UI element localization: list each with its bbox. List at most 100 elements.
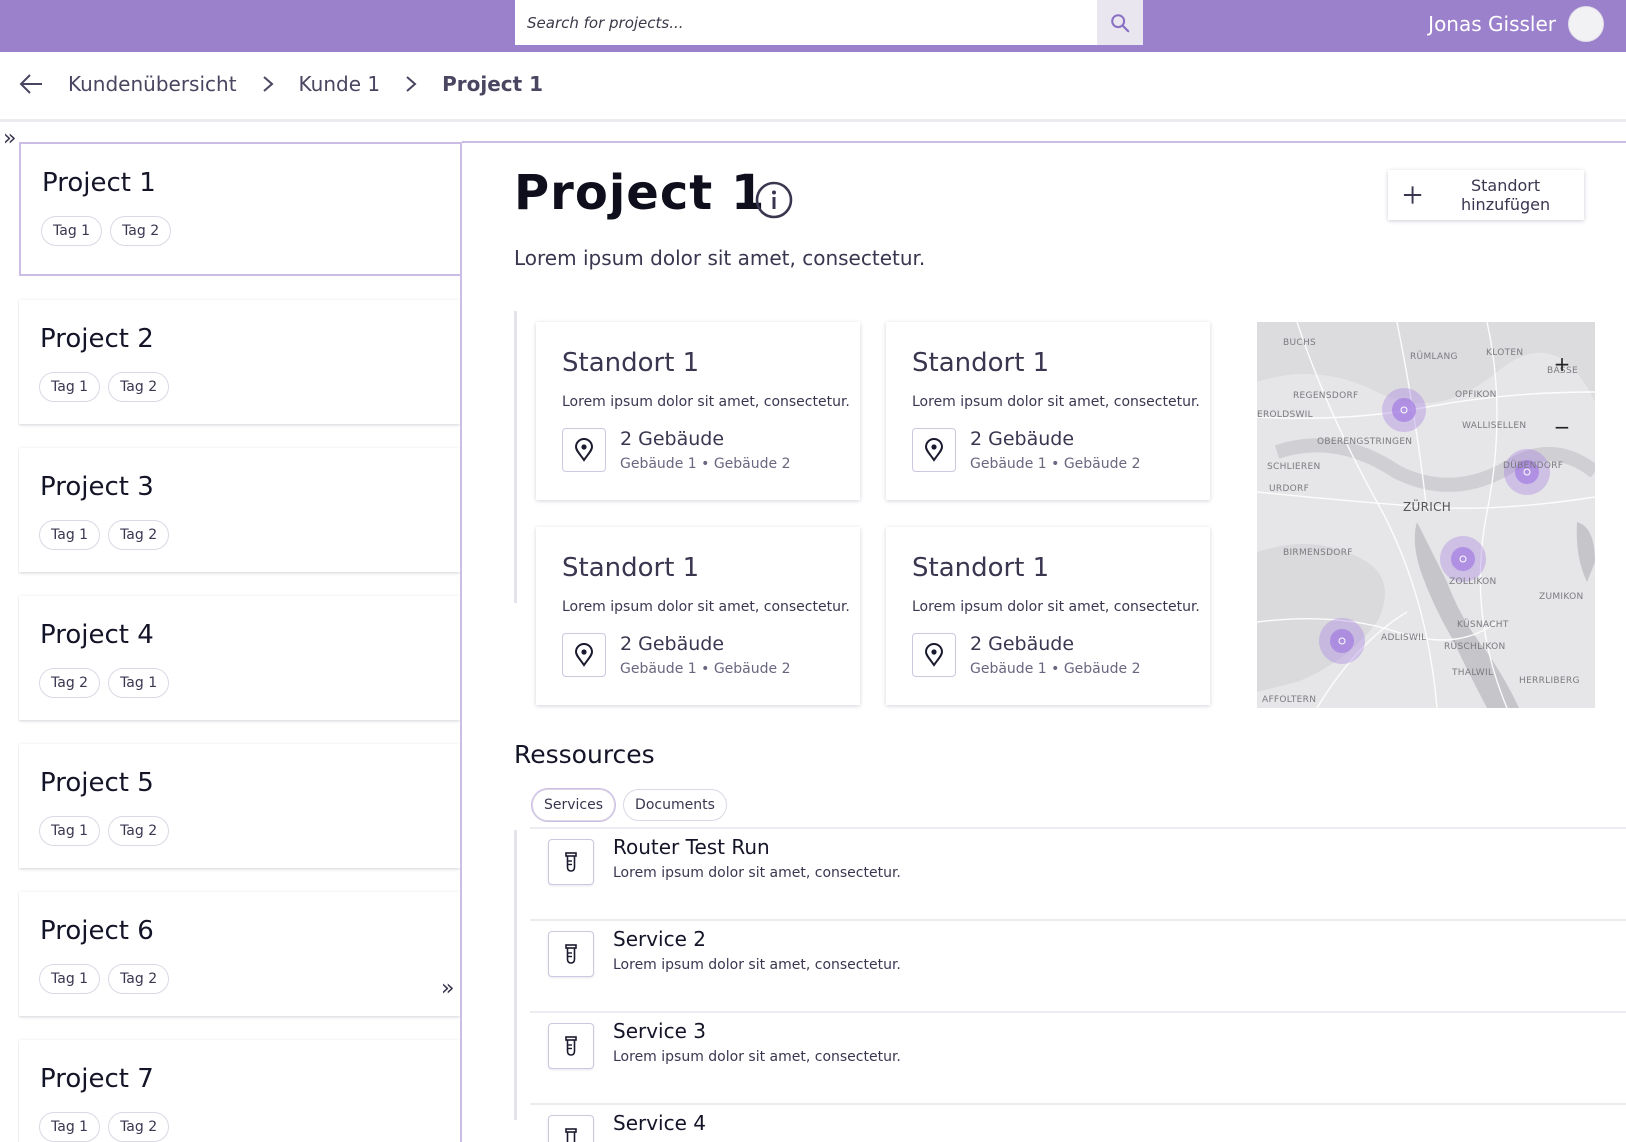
resource-item[interactable]: Service 4 <box>530 1103 1626 1142</box>
building-list: Gebäude 1 • Gebäude 2 <box>970 456 1141 472</box>
map-label: WALLISELLEN <box>1462 421 1527 431</box>
location-description: Lorem ipsum dolor sit amet, consectetur. <box>912 394 1200 410</box>
map-background <box>1257 322 1595 708</box>
location-title: Standort 1 <box>912 348 1050 378</box>
project-title: Project 5 <box>40 768 154 798</box>
add-location-button[interactable]: Standort hinzufügen <box>1388 170 1584 220</box>
map-zoom-out-button[interactable]: − <box>1551 415 1573 439</box>
building-count: 2 Gebäude <box>620 428 725 450</box>
tag: Tag 2 <box>108 372 170 402</box>
location-pin-box <box>912 633 956 677</box>
tag: Tag 1 <box>39 372 101 402</box>
expand-sidebar-icon[interactable]: » <box>3 126 16 151</box>
project-tags: Tag 2 Tag 1 <box>39 668 170 698</box>
page-description: Lorem ipsum dolor sit amet, consectetur. <box>514 246 926 270</box>
map-label: ZOLLIKON <box>1449 577 1497 587</box>
tag: Tag 1 <box>39 816 101 846</box>
search-input[interactable] <box>515 0 1097 45</box>
back-arrow-icon[interactable] <box>18 73 44 95</box>
tag: Tag 1 <box>39 964 101 994</box>
resources-heading: Ressources <box>514 740 655 769</box>
project-title: Project 6 <box>40 916 154 946</box>
map-label: RÜSCHLIKON <box>1444 642 1506 652</box>
project-title: Project 2 <box>40 324 154 354</box>
user-menu[interactable]: Jonas Gissler <box>1428 6 1604 42</box>
map-label: OPFIKON <box>1455 390 1497 400</box>
tag: Tag 2 <box>108 1112 170 1142</box>
location-card[interactable]: Standort 1 Lorem ipsum dolor sit amet, c… <box>886 527 1210 705</box>
tab-documents[interactable]: Documents <box>623 789 727 821</box>
project-tags: Tag 1 Tag 2 <box>39 1112 170 1142</box>
project-card-1[interactable]: Project 1 Tag 1 Tag 2 <box>19 142 460 276</box>
breadcrumb-customer[interactable]: Kunde 1 <box>299 72 381 96</box>
project-tags: Tag 1 Tag 2 <box>39 520 170 550</box>
tab-services[interactable]: Services <box>532 789 616 821</box>
chevron-right-icon <box>262 76 274 92</box>
resource-icon-box <box>548 1115 594 1142</box>
map-label: RÜMLANG <box>1410 352 1458 362</box>
resource-icon-box <box>548 839 594 885</box>
project-tags: Tag 1 Tag 2 <box>39 372 170 402</box>
project-card-4[interactable]: Project 4 Tag 2 Tag 1 <box>19 596 460 720</box>
resource-name: Service 4 <box>613 1111 706 1135</box>
breadcrumb-bar: Kundenübersicht Kunde 1 Project 1 <box>0 52 1626 122</box>
resource-item[interactable]: Service 3 Lorem ipsum dolor sit amet, co… <box>530 1011 1626 1103</box>
search-bar <box>515 0 1143 45</box>
test-tube-icon <box>565 852 577 872</box>
tag: Tag 1 <box>41 216 103 246</box>
map-label: AFFOLTERN <box>1262 695 1317 705</box>
location-title: Standort 1 <box>562 348 700 378</box>
project-tags: Tag 1 Tag 2 <box>39 816 170 846</box>
location-card[interactable]: Standort 1 Lorem ipsum dolor sit amet, c… <box>536 322 860 500</box>
resources-scroll-rail <box>514 830 517 1120</box>
map-pin-icon <box>574 438 594 462</box>
tag: Tag 1 <box>39 1112 101 1142</box>
user-name: Jonas Gissler <box>1428 12 1556 36</box>
info-icon[interactable] <box>754 180 794 220</box>
breadcrumb: Kundenübersicht Kunde 1 Project 1 <box>18 72 543 96</box>
tag: Tag 2 <box>39 668 101 698</box>
location-description: Lorem ipsum dolor sit amet, consectetur. <box>562 394 850 410</box>
project-title: Project 7 <box>40 1064 154 1094</box>
map-label: THALWIL <box>1452 668 1494 678</box>
location-card[interactable]: Standort 1 Lorem ipsum dolor sit amet, c… <box>536 527 860 705</box>
map-label: DÜBENDORF <box>1503 461 1564 471</box>
resource-name: Service 2 <box>613 927 706 951</box>
project-card-3[interactable]: Project 3 Tag 1 Tag 2 <box>19 448 460 572</box>
map-label: SCHLIEREN <box>1267 462 1321 472</box>
map-label-city: ZÜRICH <box>1403 500 1452 514</box>
building-count: 2 Gebäude <box>970 633 1075 655</box>
resource-item[interactable]: Service 2 Lorem ipsum dolor sit amet, co… <box>530 919 1626 1011</box>
location-title: Standort 1 <box>562 553 700 583</box>
resource-item[interactable]: Router Test Run Lorem ipsum dolor sit am… <box>530 827 1626 919</box>
project-card-6[interactable]: Project 6 Tag 1 Tag 2 <box>19 892 460 1016</box>
map-zoom-in-button[interactable]: + <box>1551 352 1573 376</box>
project-card-7[interactable]: Project 7 Tag 1 Tag 2 <box>19 1040 460 1142</box>
avatar[interactable] <box>1568 6 1604 42</box>
project-card-2[interactable]: Project 2 Tag 1 Tag 2 <box>19 300 460 424</box>
map-label: EROLDSWIL <box>1257 410 1313 420</box>
map-label: BIRMENSDORF <box>1283 548 1353 558</box>
building-list: Gebäude 1 • Gebäude 2 <box>620 456 791 472</box>
tag: Tag 1 <box>39 520 101 550</box>
building-count: 2 Gebäude <box>970 428 1075 450</box>
search-icon <box>1111 13 1130 32</box>
location-map[interactable]: BUCHS RÜMLANG KLOTEN BASSE REGENSDORF OP… <box>1257 322 1595 708</box>
resource-description: Lorem ipsum dolor sit amet, consectetur. <box>613 1049 901 1065</box>
project-card-5[interactable]: Project 5 Tag 1 Tag 2 <box>19 744 460 868</box>
location-description: Lorem ipsum dolor sit amet, consectetur. <box>562 599 850 615</box>
breadcrumb-customers[interactable]: Kundenübersicht <box>68 72 237 96</box>
map-label: OBERENGSTRINGEN <box>1317 437 1413 447</box>
add-location-label: Standort hinzufügen <box>1460 176 1551 214</box>
collapse-panel-icon[interactable]: » <box>441 976 454 1001</box>
location-description: Lorem ipsum dolor sit amet, consectetur. <box>912 599 1200 615</box>
building-count: 2 Gebäude <box>620 633 725 655</box>
resource-icon-box <box>548 931 594 977</box>
location-pin-box <box>562 633 606 677</box>
map-label: KÜSNACHT <box>1457 620 1509 630</box>
map-label: HERRLIBERG <box>1519 676 1580 686</box>
map-label: BUCHS <box>1283 338 1317 348</box>
project-tags: Tag 1 Tag 2 <box>39 964 170 994</box>
search-button[interactable] <box>1097 0 1143 45</box>
location-card[interactable]: Standort 1 Lorem ipsum dolor sit amet, c… <box>886 322 1210 500</box>
